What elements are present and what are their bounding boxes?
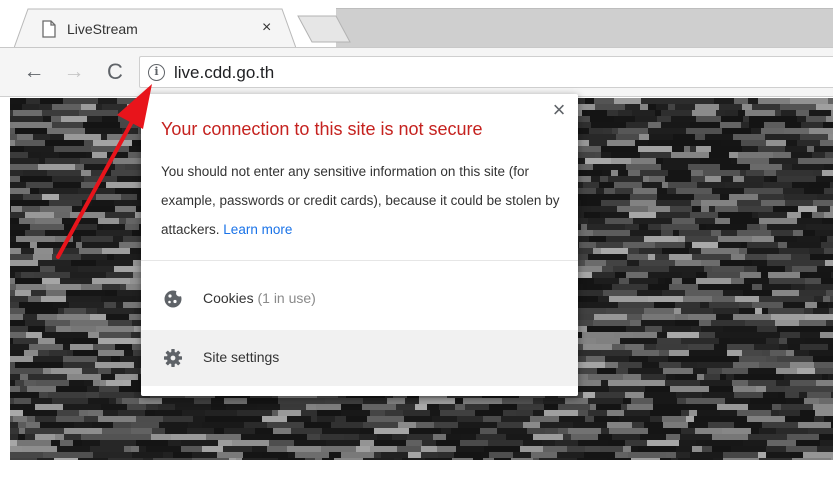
popup-divider xyxy=(141,260,578,261)
back-arrow-icon[interactable]: ← xyxy=(22,60,46,84)
cookies-label-text: Cookies (1 in use) xyxy=(203,290,316,306)
site-info-icon[interactable]: i xyxy=(148,64,165,81)
forward-arrow-icon[interactable]: → xyxy=(62,60,86,84)
reload-icon[interactable]: C xyxy=(103,60,127,84)
page-icon xyxy=(42,20,56,38)
site-info-popup: × Your connection to this site is not se… xyxy=(141,94,578,396)
popup-title: Your connection to this site is not secu… xyxy=(161,119,483,139)
url-text[interactable]: live.cdd.go.th xyxy=(174,63,274,83)
popup-close-icon[interactable]: × xyxy=(549,99,569,121)
popup-message-block: You should not enter any sensitive infor… xyxy=(161,157,561,244)
cookies-row[interactable]: Cookies (1 in use) xyxy=(141,271,578,327)
learn-more-link[interactable]: Learn more xyxy=(223,222,292,237)
gear-icon xyxy=(164,349,182,367)
tab-title: LiveStream xyxy=(67,21,138,37)
cookie-icon xyxy=(164,289,183,308)
tab-livestream[interactable]: LiveStream × xyxy=(14,8,296,48)
tab-strip-background xyxy=(336,8,833,48)
tab-shape xyxy=(14,8,296,48)
browser-toolbar: ← → C i live.cdd.go.th xyxy=(0,47,833,97)
page-bottom-margin xyxy=(0,460,833,487)
address-bar[interactable]: i live.cdd.go.th xyxy=(139,56,833,88)
tab-strip: LiveStream × xyxy=(0,0,833,48)
new-tab-button[interactable] xyxy=(296,12,354,44)
cookies-in-use-note: (1 in use) xyxy=(257,290,316,306)
tab-close-icon[interactable]: × xyxy=(262,19,271,37)
cookies-label: Cookies xyxy=(203,290,254,306)
site-settings-label: Site settings xyxy=(203,349,280,365)
site-settings-row[interactable]: Site settings xyxy=(141,330,578,386)
popup-message: You should not enter any sensitive infor… xyxy=(161,164,560,237)
